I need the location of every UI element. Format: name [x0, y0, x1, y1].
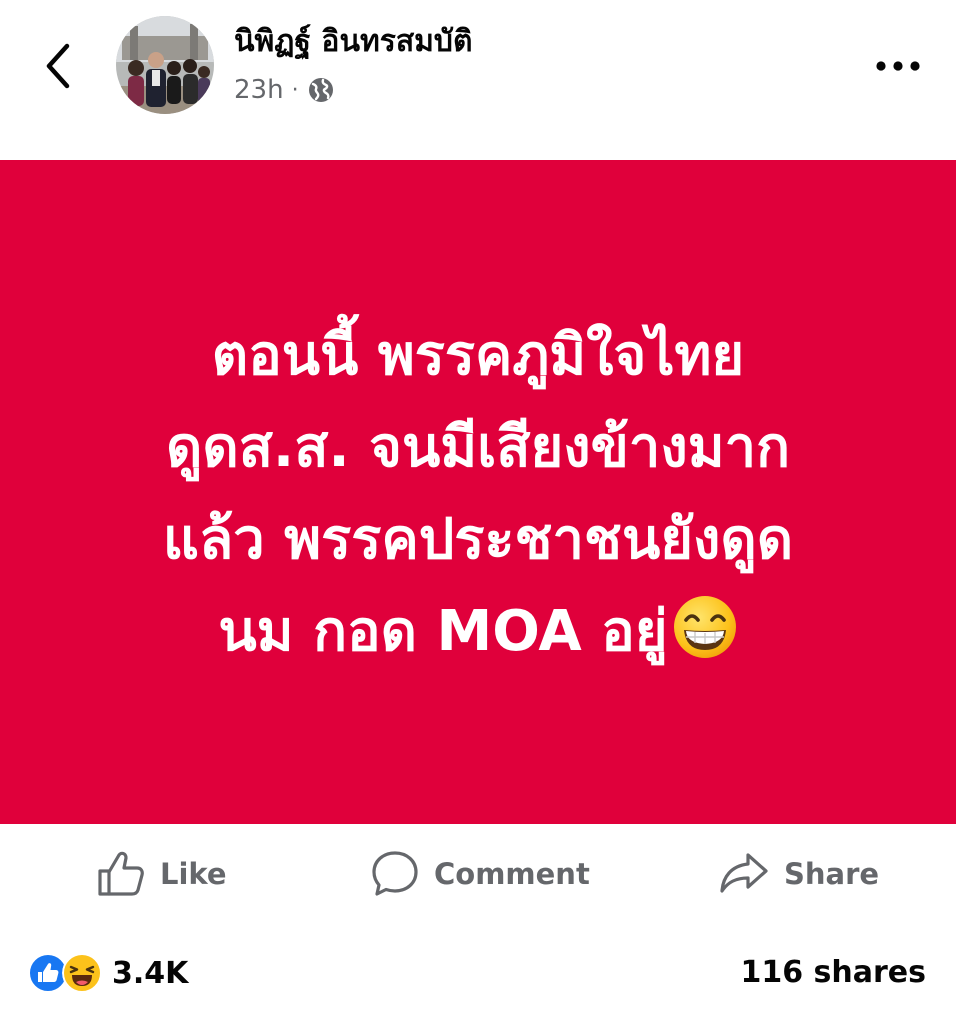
back-button[interactable] — [36, 40, 80, 92]
post-text-line-last: นม กอด MOA อยู่ — [68, 586, 888, 678]
like-button[interactable]: Like — [96, 848, 227, 900]
reaction-count: 3.4K — [112, 955, 189, 991]
author-avatar[interactable] — [116, 16, 214, 114]
globe-icon — [308, 78, 333, 102]
shares-count[interactable]: 116 shares — [740, 950, 926, 996]
avatar-photo — [116, 16, 214, 114]
comment-button[interactable]: Comment — [370, 848, 590, 900]
like-label: Like — [160, 857, 227, 891]
grinning-face-emoji-icon — [673, 596, 736, 658]
meta-separator: · — [291, 77, 299, 103]
post-action-bar: Like Comment Share — [0, 826, 956, 922]
comment-label: Comment — [434, 857, 590, 891]
post-text-line: ดูดส.ส. จนมีเสียงข้างมาก — [166, 415, 790, 480]
post-text-line: ตอนนี้ พรรคภูมิใจไทย — [211, 323, 745, 388]
share-arrow-icon — [720, 853, 768, 893]
ellipsis-icon — [876, 61, 920, 71]
post-text-line: นม กอด MOA อยู่ — [218, 599, 668, 664]
share-label: Share — [784, 857, 880, 891]
post-text-card[interactable]: ตอนนี้ พรรคภูมิใจไทย ดูดส.ส. จนมีเสียงข้… — [0, 160, 956, 824]
thumbs-up-icon — [98, 851, 144, 896]
chevron-left-icon — [46, 43, 70, 89]
post-stats: 3.4K 116 shares — [0, 938, 956, 1008]
post-view: นิพิฏฐ์ อินทรสมบัติ 23h · ตอนนี้ พรรคภูม… — [0, 0, 956, 1024]
post-text-line: แล้ว พรรคประชาชนยังดูด — [162, 507, 794, 572]
share-button[interactable]: Share — [718, 848, 879, 900]
more-options-button[interactable] — [870, 46, 926, 86]
haha-reaction-icon — [62, 953, 102, 993]
post-text: ตอนนี้ พรรคภูมิใจไทย ดูดส.ส. จนมีเสียงข้… — [68, 310, 888, 678]
post-meta: 23h · — [234, 72, 335, 108]
post-header: นิพิฏฐ์ อินทรสมบัติ 23h · — [0, 0, 956, 160]
comment-bubble-icon — [372, 851, 418, 896]
post-timestamp[interactable]: 23h — [234, 75, 284, 105]
reaction-summary[interactable]: 3.4K — [28, 950, 188, 996]
author-name[interactable]: นิพิฏฐ์ อินทรสมบัติ — [234, 22, 472, 62]
